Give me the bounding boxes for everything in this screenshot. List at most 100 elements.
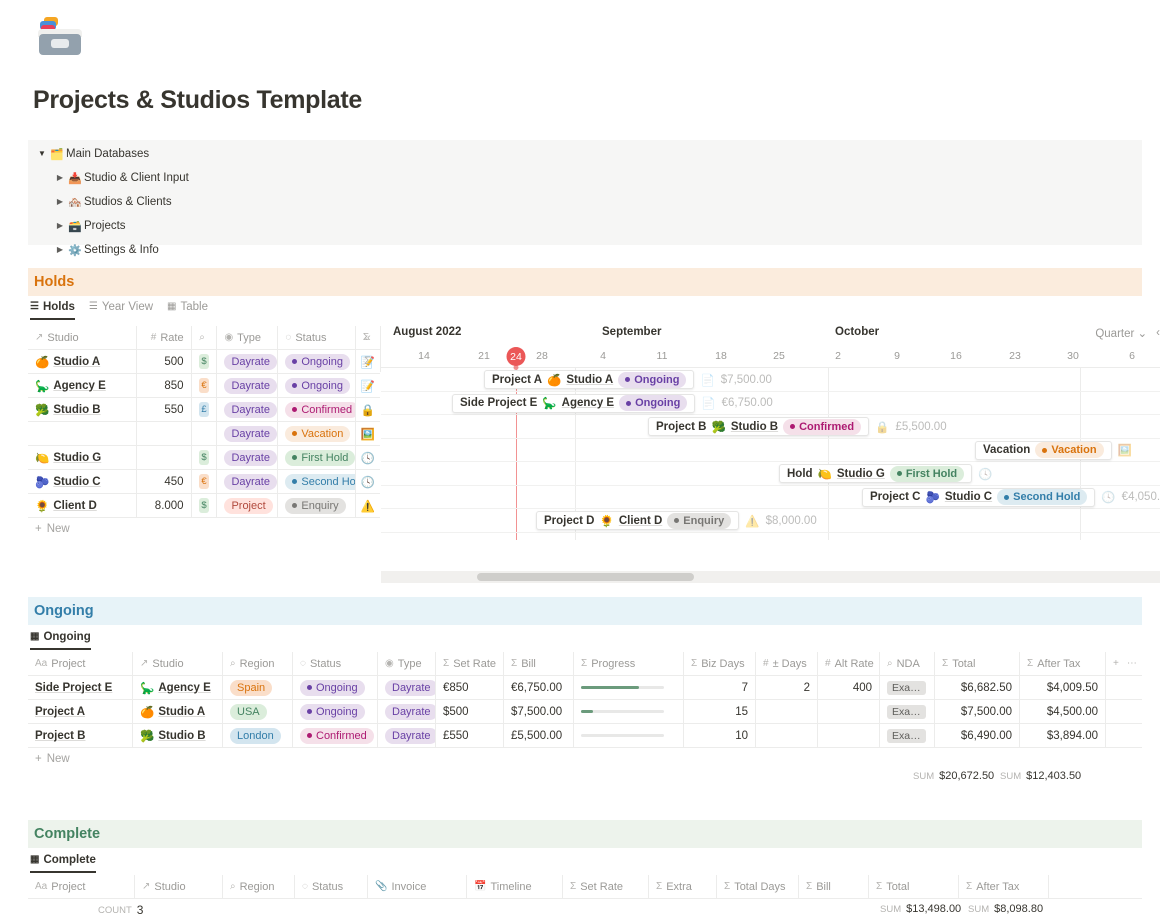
cell-rate[interactable]: 500 xyxy=(137,350,192,373)
chevron-left-icon[interactable]: ‹ xyxy=(1156,327,1160,339)
cell-studio[interactable]: 🥦 Studio B xyxy=(133,724,223,747)
cell-studio[interactable]: 🍋 Studio G xyxy=(28,446,138,469)
toggle-row[interactable]: ▼ 🗂️ Main Databases xyxy=(28,144,1142,164)
column-header-rate[interactable]: # Rate xyxy=(137,326,192,349)
cell-nda[interactable]: Exa… xyxy=(880,700,935,723)
zoom-level-dropdown[interactable]: Quarter ⌄ xyxy=(1095,326,1147,340)
cell-file-icon[interactable]: 🖼️ xyxy=(356,422,380,445)
cell-type[interactable]: Dayrate xyxy=(217,422,279,445)
cell-studio[interactable]: 🦕 Agency E xyxy=(28,374,138,397)
cell-currency[interactable]: $ xyxy=(192,446,218,469)
tab-complete[interactable]: ▦ Complete xyxy=(30,852,96,873)
cell-status[interactable]: Ongoing xyxy=(293,676,378,699)
timeline-item[interactable]: Hold 🍋 Studio G First Hold 🕓 xyxy=(779,464,998,483)
cell-region[interactable]: USA xyxy=(223,700,293,723)
cell-biz-days[interactable]: 7 xyxy=(684,676,756,699)
column-header-type[interactable]: ◉ Type xyxy=(378,652,436,675)
column-header-sigma[interactable]: ⌕ xyxy=(192,326,218,349)
cell-set-rate[interactable]: $500 xyxy=(436,700,504,723)
cell-status[interactable]: Ongoing xyxy=(293,700,378,723)
toggle-row[interactable]: ▶ 📥 Studio & Client Input xyxy=(28,168,1142,188)
cell-type[interactable]: Dayrate xyxy=(378,700,436,723)
cell-project[interactable]: Side Project E xyxy=(28,676,133,699)
summary-sum[interactable]: SUM $20,672.50 xyxy=(913,770,994,782)
timeline-item[interactable]: Project C 🫐 Studio C Second Hold 🕓 €4,05… xyxy=(862,487,1160,507)
table-row[interactable]: Project A 🍊 Studio A USA Ongoing Dayrate … xyxy=(28,700,1142,724)
table-row[interactable]: 🥦 Studio B 550 £ Dayrate Confirmed 🔒 xyxy=(28,398,380,422)
cell-nda[interactable]: Exa… xyxy=(880,724,935,747)
column-header-after-tax[interactable]: Σ After Tax xyxy=(959,875,1049,898)
cell-type[interactable]: Project xyxy=(217,494,279,517)
cell-studio[interactable]: 🌻 Client D xyxy=(28,494,138,517)
column-header-timeline[interactable]: 📅 Timeline xyxy=(467,875,563,898)
cell-rate[interactable] xyxy=(137,422,192,445)
toggle-row[interactable]: ▶ 🗃️ Projects xyxy=(28,216,1142,236)
cell-region[interactable]: London xyxy=(223,724,293,747)
sigma-icon[interactable]: Σ xyxy=(364,355,371,367)
cell-currency[interactable] xyxy=(192,422,218,445)
column-header-studio[interactable]: ↗ Studio xyxy=(135,875,223,898)
cell-file-icon[interactable]: 🕓 xyxy=(356,470,380,493)
column-header-set-rate[interactable]: Σ Set Rate xyxy=(563,875,649,898)
cell-total[interactable]: $6,490.00 xyxy=(935,724,1020,747)
column-header-studio[interactable]: ↗ Studio xyxy=(133,652,223,675)
column-header-bill[interactable]: Σ Bill xyxy=(504,652,574,675)
summary-sum[interactable]: SUM $13,498.00 xyxy=(880,903,961,915)
cell-status[interactable]: Confirmed xyxy=(278,398,356,421)
timeline-scrollbar-thumb[interactable] xyxy=(477,573,694,581)
cell-studio[interactable]: 🫐 Studio C xyxy=(28,470,138,493)
timeline-item[interactable]: Vacation Vacation 🖼️ xyxy=(975,440,1138,460)
cell-file-icon[interactable]: 🔒 xyxy=(356,398,380,421)
cell-status[interactable]: Confirmed xyxy=(293,724,378,747)
cell-alt-rate[interactable] xyxy=(818,724,880,747)
cell-studio[interactable]: 🍊 Studio A xyxy=(28,350,138,373)
cell-studio[interactable]: 🦕 Agency E xyxy=(133,676,223,699)
tab-ongoing[interactable]: ▦ Ongoing xyxy=(30,629,91,650)
cell-status[interactable]: First Hold xyxy=(278,446,356,469)
table-row[interactable]: 🍋 Studio G $ Dayrate First Hold 🕓 xyxy=(28,446,380,470)
timeline-bar[interactable]: Project B 🥦 Studio B Confirmed xyxy=(648,417,870,436)
cell-after-tax[interactable]: $4,009.50 xyxy=(1020,676,1106,699)
cell-rate[interactable]: 850 xyxy=(137,374,192,397)
cell-bill[interactable]: €6,750.00 xyxy=(504,676,574,699)
triangle-right-icon[interactable]: ▶ xyxy=(54,216,66,236)
file-box-icon[interactable] xyxy=(34,8,86,60)
summary-sum[interactable]: SUM $8,098.80 xyxy=(968,903,1043,915)
column-header-type[interactable]: ◉ Type xyxy=(217,326,279,349)
summary-sum[interactable]: SUM $12,403.50 xyxy=(1000,770,1081,782)
cell-total[interactable]: $7,500.00 xyxy=(935,700,1020,723)
column-header-bill[interactable]: Σ Bill xyxy=(799,875,869,898)
cell-currency[interactable]: € xyxy=(192,374,218,397)
timeline-bar[interactable]: Vacation Vacation xyxy=(975,440,1112,460)
timeline-bar[interactable]: Project A 🍊 Studio A Ongoing xyxy=(484,370,695,389)
cell-file-icon[interactable]: ⚠️ xyxy=(356,494,380,517)
cell-status[interactable]: Second Hold xyxy=(278,470,356,493)
timeline-bar[interactable]: Side Project E 🦕 Agency E Ongoing xyxy=(452,393,696,413)
cell-progress[interactable] xyxy=(574,676,684,699)
column-header-after-tax[interactable]: Σ After Tax xyxy=(1020,652,1106,675)
column-header-status[interactable]: ◌ Status xyxy=(293,652,378,675)
cell-type[interactable]: Dayrate xyxy=(217,374,279,397)
column-header-region[interactable]: ⌕ Region xyxy=(223,652,293,675)
cell-status[interactable]: Vacation xyxy=(278,422,356,445)
cell-type[interactable]: Dayrate xyxy=(378,676,436,699)
cell-type[interactable]: Dayrate xyxy=(217,398,279,421)
column-header-add[interactable]: + ⋯ xyxy=(1106,652,1142,675)
table-row[interactable]: 🦕 Agency E 850 € Dayrate Ongoing 📝 xyxy=(28,374,380,398)
column-header-project[interactable]: Aa Project xyxy=(28,652,133,675)
cell-type[interactable]: Dayrate xyxy=(217,350,279,373)
cell-bill[interactable]: £5,500.00 xyxy=(504,724,574,747)
cell-alt-rate[interactable] xyxy=(818,700,880,723)
timeline-bar[interactable]: Project D 🌻 Client D Enquiry xyxy=(536,511,740,530)
timeline-item[interactable]: Project A 🍊 Studio A Ongoing 📄 $7,500.00 xyxy=(484,370,772,389)
timeline-item[interactable]: Project B 🥦 Studio B Confirmed 🔒 £5,500.… xyxy=(648,417,947,436)
cell-studio[interactable] xyxy=(28,422,138,445)
timeline-body[interactable]: Project A 🍊 Studio A Ongoing 📄 $7,500.00… xyxy=(381,365,1160,540)
cell-rate[interactable]: 8.000 xyxy=(137,494,192,517)
cell-set-rate[interactable]: €850 xyxy=(436,676,504,699)
timeline-item[interactable]: Project D 🌻 Client D Enquiry ⚠️ $8,000.0… xyxy=(536,511,817,530)
tab-year-view[interactable]: ☰ Year View xyxy=(89,299,153,320)
tab-table[interactable]: ▦ Table xyxy=(167,299,208,320)
cell-project[interactable]: Project A xyxy=(28,700,133,723)
cell-status[interactable]: Enquiry xyxy=(278,494,356,517)
